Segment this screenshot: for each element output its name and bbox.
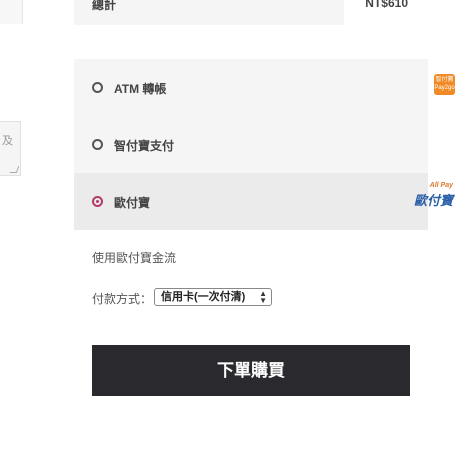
pay2go-logo-text: 智付寶 Pay2go bbox=[434, 77, 455, 91]
allpay-logo-text: 歐付寶 bbox=[413, 193, 453, 208]
payment-label-pay2go: 智付寶支付 bbox=[114, 139, 175, 153]
notes-textarea[interactable]: 及 bbox=[0, 121, 21, 176]
total-value: NT$610 bbox=[365, 0, 408, 10]
pay2go-logo-icon: 智付寶 Pay2go bbox=[434, 74, 455, 95]
allpay-logo-icon: All Pay 歐付寶 bbox=[413, 182, 453, 209]
payment-option-value: 信用卡(一次付清) bbox=[161, 291, 246, 303]
payment-description: 使用歐付寶金流 bbox=[92, 251, 177, 265]
radio-pay2go[interactable] bbox=[92, 139, 103, 150]
left-column-panel bbox=[0, 0, 23, 24]
resize-handle-icon[interactable] bbox=[9, 166, 20, 173]
payment-methods-box: ATM 轉帳 智付寶支付 歐付寶 bbox=[74, 59, 428, 230]
payment-option-label: 付款方式： bbox=[92, 292, 153, 306]
select-arrows-icon: ▲ ▼ bbox=[259, 289, 267, 305]
radio-atm[interactable] bbox=[92, 82, 103, 93]
textarea-partial-text: 及 bbox=[2, 135, 13, 147]
allpay-logo-sub: All Pay bbox=[429, 182, 453, 189]
place-order-button[interactable]: 下單購買 bbox=[92, 345, 410, 396]
payment-option-select[interactable]: 信用卡(一次付清) ▲ ▼ bbox=[154, 288, 272, 306]
total-label: 總計 bbox=[92, 0, 117, 12]
payment-label-atm: ATM 轉帳 bbox=[114, 82, 167, 96]
payment-option-atm[interactable]: ATM 轉帳 bbox=[74, 59, 428, 116]
payment-label-allpay: 歐付寶 bbox=[114, 196, 151, 210]
payment-option-pay2go[interactable]: 智付寶支付 bbox=[74, 116, 428, 173]
radio-allpay[interactable] bbox=[92, 196, 103, 207]
payment-option-allpay[interactable]: 歐付寶 bbox=[74, 173, 428, 230]
